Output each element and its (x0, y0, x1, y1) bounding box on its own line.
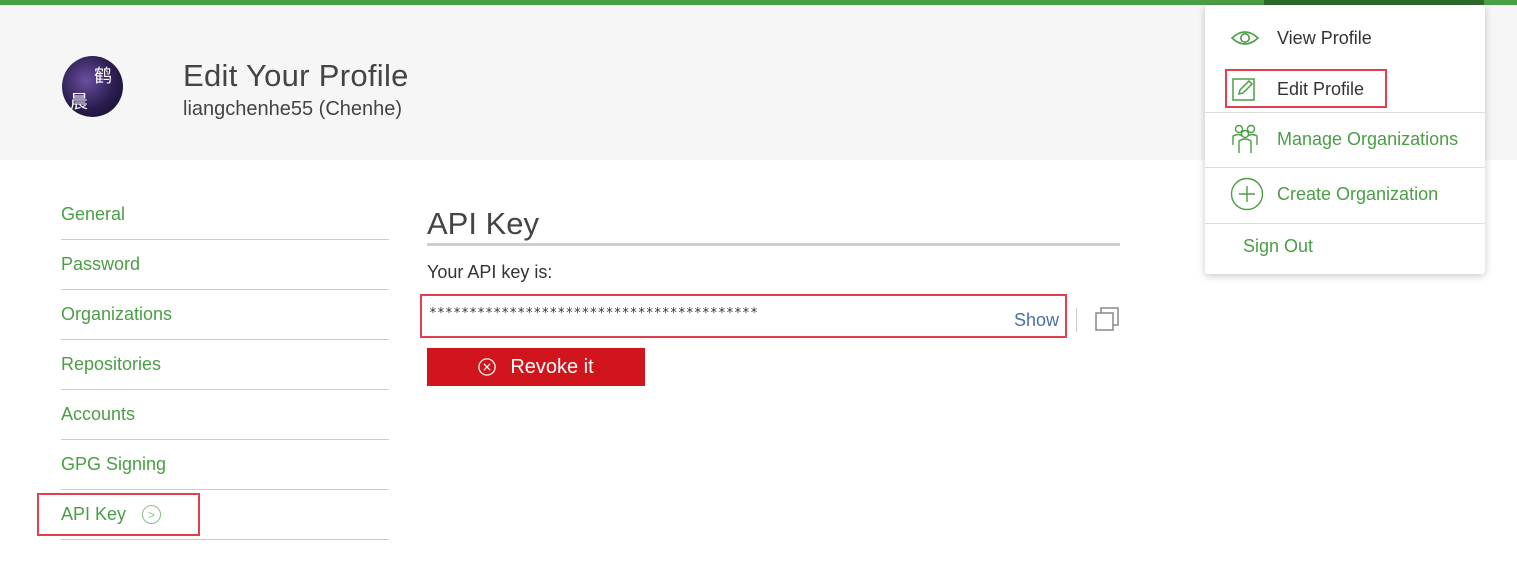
people-icon (1230, 123, 1260, 155)
avatar-char-1: 鹤 (94, 66, 112, 87)
api-key-value: ****************************************… (429, 306, 759, 321)
menu-divider (1205, 112, 1485, 113)
sidebar-item-general[interactable]: General (61, 190, 389, 240)
api-key-label: Your API key is: (427, 262, 553, 282)
eye-icon (1230, 28, 1260, 48)
highlight-box-api-key (37, 493, 200, 536)
plus-circle-icon (1230, 177, 1264, 211)
menu-divider (1205, 167, 1485, 168)
copy-icon (1095, 307, 1119, 331)
menu-item-label: Edit Profile (1277, 78, 1365, 99)
page-title: Edit Your Profile (183, 58, 409, 93)
field-separator (1076, 308, 1077, 332)
menu-item-edit-profile[interactable]: Edit Profile (1205, 69, 1485, 109)
sidebar-item-label: Organizations (61, 304, 173, 324)
menu-item-label: Create Organization (1277, 183, 1439, 204)
api-key-field[interactable]: ****************************************… (420, 294, 1067, 338)
sidebar-item-organizations[interactable]: Organizations (61, 290, 389, 340)
sidebar-item-label: Password (61, 254, 141, 274)
revoke-button[interactable]: Revoke it (427, 348, 645, 386)
sidebar-item-repositories[interactable]: Repositories (61, 340, 389, 390)
menu-item-create-organization[interactable]: Create Organization (1205, 174, 1485, 214)
avatar: 鹤 晨 (62, 56, 123, 117)
sidebar-item-password[interactable]: Password (61, 240, 389, 290)
section-divider (427, 243, 1120, 246)
sidebar-item-label: Repositories (61, 354, 162, 374)
menu-divider (1205, 223, 1485, 224)
menu-item-manage-organizations[interactable]: Manage Organizations (1205, 119, 1485, 159)
section-title: API Key (427, 206, 539, 241)
sidebar-item-label: GPG Signing (61, 454, 167, 474)
edit-icon (1230, 75, 1258, 103)
menu-item-view-profile[interactable]: View Profile (1205, 19, 1485, 57)
settings-sidebar: General Password Organizations Repositor… (61, 190, 389, 540)
sidebar-item-accounts[interactable]: Accounts (61, 390, 389, 440)
close-circle-icon (478, 358, 497, 376)
sidebar-item-label: Accounts (61, 404, 136, 424)
sidebar-item-gpg-signing[interactable]: GPG Signing (61, 440, 389, 490)
sidebar-item-label: General (61, 204, 126, 224)
show-api-key-link[interactable]: Show (1014, 310, 1059, 331)
user-dropdown-menu: View Profile Edit Profile Manage Organiz… (1205, 5, 1485, 274)
revoke-button-label: Revoke it (510, 355, 594, 378)
menu-item-label: Manage Organizations (1277, 128, 1459, 149)
username: liangchenhe55 (Chenhe) (183, 98, 403, 120)
copy-button[interactable] (1093, 305, 1121, 333)
menu-item-label: Sign Out (1243, 235, 1314, 256)
menu-item-sign-out[interactable]: Sign Out (1205, 227, 1485, 265)
avatar-char-2: 晨 (70, 92, 88, 113)
menu-item-label: View Profile (1277, 27, 1372, 48)
